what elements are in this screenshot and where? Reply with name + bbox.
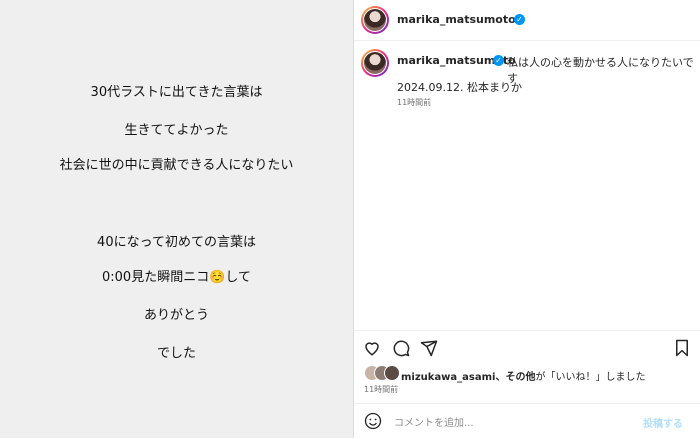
- caption-text: 私は人の心を動かせる人になりたいです: [507, 56, 694, 85]
- image-text-line: 生きててよかった: [124, 123, 229, 138]
- post-image[interactable]: 30代ラストに出てきた言葉は 生きててよかった 社会に世の中に貢献できる人になり…: [0, 0, 353, 438]
- comment-input[interactable]: [392, 414, 616, 432]
- liked-by-suffix: が「いいね！」しました: [535, 372, 646, 383]
- liked-by-text: mizukawa_asami、その他が「いいね！」しました: [401, 368, 645, 383]
- liked-by-user[interactable]: mizukawa_asami: [401, 372, 495, 383]
- comment-bar: 投稿する: [354, 403, 700, 439]
- post-comment-button[interactable]: 投稿する: [637, 414, 689, 431]
- verified-badge-icon: ✓: [493, 55, 504, 66]
- post-view: 30代ラストに出てきた言葉は 生きててよかった 社会に世の中に貢献できる人になり…: [0, 0, 700, 438]
- header-username[interactable]: marika_matsumoto: [397, 13, 516, 26]
- caption-time[interactable]: 11時間前: [397, 97, 431, 108]
- comment-icon[interactable]: [392, 339, 410, 361]
- actions-divider: [354, 330, 700, 331]
- avatar: [384, 365, 400, 381]
- caption-line2: 2024.09.12. 松本まりか: [397, 81, 522, 94]
- avatar[interactable]: [361, 6, 389, 34]
- verified-badge-icon: ✓: [514, 14, 525, 25]
- image-text-line: ありがとう: [143, 308, 209, 323]
- image-text-line: 40になって初めての言葉は: [97, 235, 256, 250]
- image-text-line: 0:00見た瞬間ニコ☺️して: [102, 270, 251, 285]
- send-icon[interactable]: [420, 339, 438, 361]
- caption-avatar[interactable]: [361, 49, 389, 77]
- image-text-line: 30代ラストに出てきた言葉は: [90, 85, 263, 100]
- smiley-icon[interactable]: [364, 412, 382, 434]
- post-sidebar: marika_matsumoto ✓ marika_matsumoto ✓ 私は…: [353, 0, 700, 438]
- image-text-line: でした: [156, 346, 196, 361]
- image-text-line: 社会に世の中に貢献できる人になりたい: [59, 158, 294, 173]
- liked-by-others[interactable]: 、その他: [495, 372, 535, 383]
- post-time[interactable]: 11時間前: [364, 384, 398, 395]
- heart-icon[interactable]: [363, 339, 381, 361]
- bookmark-icon[interactable]: [674, 339, 690, 361]
- post-header: marika_matsumoto ✓: [354, 0, 700, 41]
